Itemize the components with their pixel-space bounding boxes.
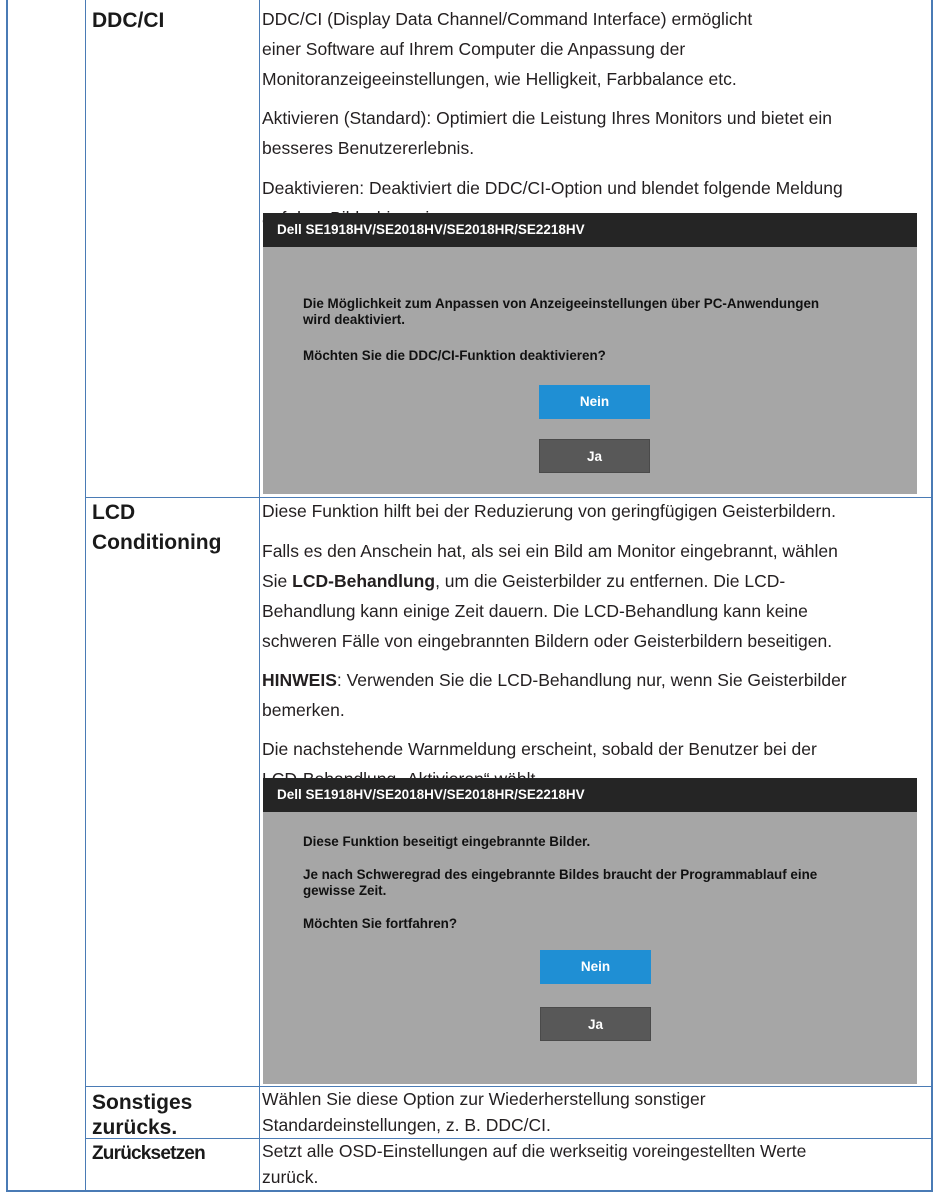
lcd-dialog-message-2-line-2: gewisse Zeit. xyxy=(303,883,387,898)
column-divider-2 xyxy=(259,0,260,1192)
ddc-nein-button[interactable]: Nein xyxy=(539,385,650,419)
reset-line-2: zurück. xyxy=(262,1167,319,1187)
ddc-enable-line-2: besseres Benutzererlebnis. xyxy=(262,138,475,158)
ddc-ja-button[interactable]: Ja xyxy=(539,439,650,473)
lcd-behandlung-emphasis: LCD-Behandlung xyxy=(292,571,436,591)
lcd-intro: Diese Funktion hilft bei der Reduzierung… xyxy=(262,501,836,521)
ddc-disable-line-1: Deaktivieren: Deaktiviert die DDC/CI-Opt… xyxy=(262,178,843,198)
row-label-lcd: LCD xyxy=(92,501,136,524)
lcd-note-line-1: HINWEIS: Verwenden Sie die LCD-Behandlun… xyxy=(262,670,847,690)
lcd-paragraph-line-4: schweren Fälle von eingebrannten Bildern… xyxy=(262,631,833,651)
lcd-osd-dialog: Dell SE1918HV/SE2018HV/SE2018HR/SE2218HV… xyxy=(263,778,917,1084)
lcd-dialog-message-1: Diese Funktion beseitigt eingebrannte Bi… xyxy=(303,834,591,849)
column-divider-1 xyxy=(85,0,86,1192)
ddc-description-line-1: DDC/CI (Display Data Channel/Command Int… xyxy=(262,9,753,29)
lcd-dialog-message-2-line-1: Je nach Schweregrad des eingebrannte Bil… xyxy=(303,867,818,882)
row-label-conditioning: Conditioning xyxy=(92,531,222,554)
row-label-zuruecksetzen: Zurücksetzen xyxy=(92,1143,206,1164)
lcd-dialog-question: Möchten Sie fortfahren? xyxy=(303,916,457,931)
lcd-warning-line-1: Die nachstehende Warnmeldung erscheint, … xyxy=(262,739,817,759)
ddc-dialog-message-line-2: wird deaktiviert. xyxy=(303,312,405,327)
ddc-description-line-2: einer Software auf Ihrem Computer die An… xyxy=(262,39,686,59)
lcd-nein-button[interactable]: Nein xyxy=(540,950,651,984)
lcd-paragraph-line-2: Sie LCD-Behandlung, um die Geisterbilder… xyxy=(262,571,786,591)
lcd-ja-button[interactable]: Ja xyxy=(540,1007,651,1041)
row-label-zuruecks: zurücks. xyxy=(92,1116,178,1139)
row-label-sonstiges: Sonstiges xyxy=(92,1091,193,1114)
row-label-ddcci: DDC/CI xyxy=(92,9,165,32)
lcd-note-line-2: bemerken. xyxy=(262,700,345,720)
ddc-description-line-3: Monitoranzeigeeinstellungen, wie Helligk… xyxy=(262,69,737,89)
ddc-dialog-message-line-1: Die Möglichkeit zum Anpassen von Anzeige… xyxy=(303,296,820,311)
ddc-enable-line-1: Aktivieren (Standard): Optimiert die Lei… xyxy=(262,108,833,128)
note-label: HINWEIS xyxy=(262,670,337,690)
ddc-dialog-question: Möchten Sie die DDC/CI-Funktion deaktivi… xyxy=(303,348,606,363)
lcd-paragraph-line-1: Falls es den Anschein hat, als sei ein B… xyxy=(262,541,838,561)
lcd-dialog-title-bar: Dell SE1918HV/SE2018HV/SE2018HR/SE2218HV xyxy=(263,778,917,812)
lcd-paragraph-line-3: Behandlung kann einige Zeit dauern. Die … xyxy=(262,601,808,621)
ddc-dialog-title-bar: Dell SE1918HV/SE2018HV/SE2018HR/SE2218HV xyxy=(263,213,917,247)
ddc-osd-dialog: Dell SE1918HV/SE2018HV/SE2018HR/SE2218HV… xyxy=(263,213,917,494)
